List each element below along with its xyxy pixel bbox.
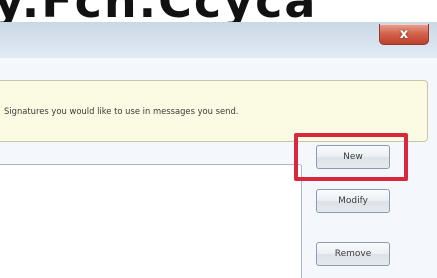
caption-text: y.Fcn.Ccyca bbox=[0, 0, 318, 28]
remove-button[interactable]: Remove bbox=[316, 242, 390, 266]
remove-button-label: Remove bbox=[334, 249, 372, 259]
close-icon: x bbox=[399, 26, 409, 42]
signatures-dialog: x Signatures you would like to use in me… bbox=[0, 22, 437, 278]
screenshot-stage: y.Fcn.Ccyca x Signatures you would like … bbox=[0, 0, 437, 278]
signature-list[interactable] bbox=[0, 164, 302, 278]
dialog-title-bar: x bbox=[0, 22, 437, 58]
modify-button[interactable]: Modify bbox=[316, 189, 390, 213]
info-text: Signatures you would like to use in mess… bbox=[4, 106, 239, 116]
new-button-highlight-box bbox=[294, 133, 408, 181]
close-button[interactable]: x bbox=[379, 24, 429, 45]
modify-button-label: Modify bbox=[338, 196, 368, 206]
